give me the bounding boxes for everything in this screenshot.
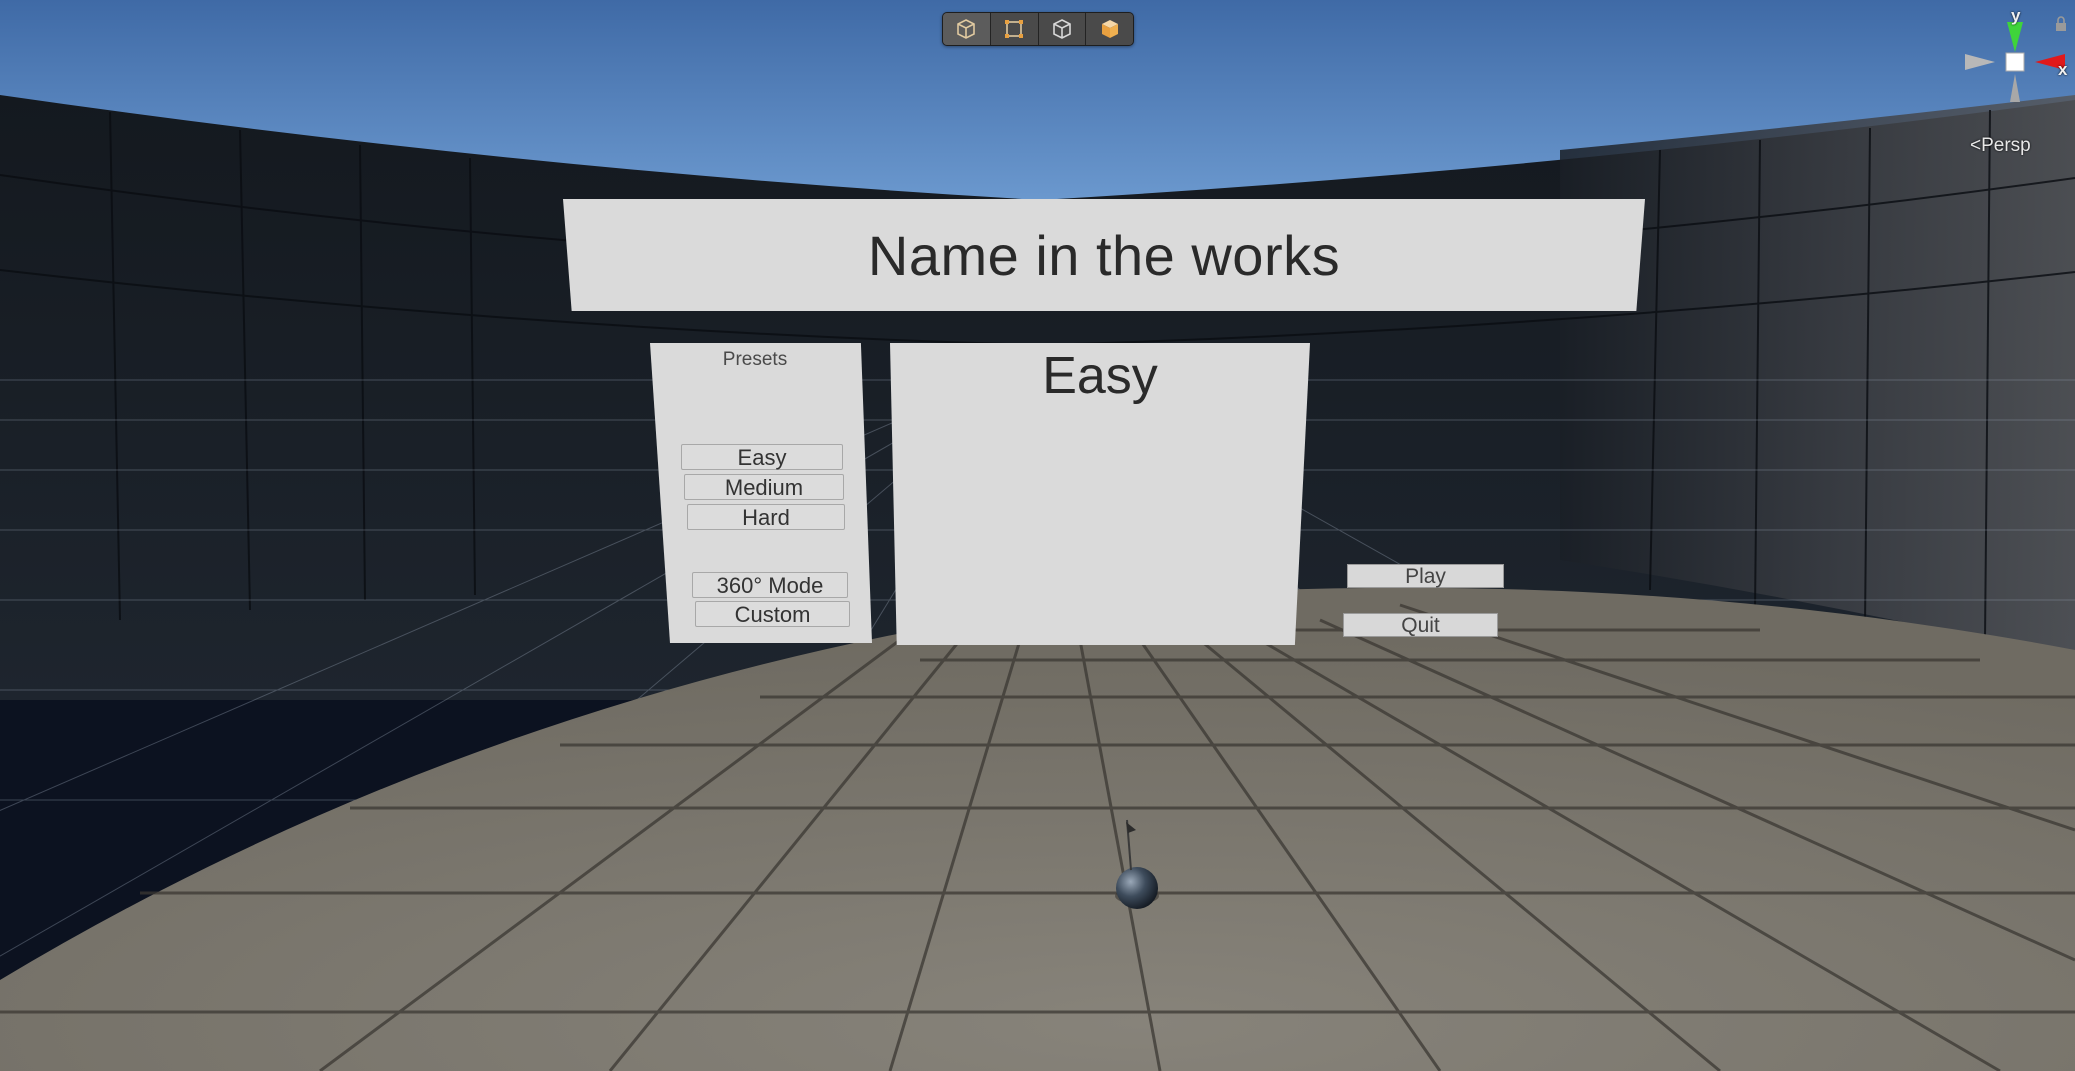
lock-icon[interactable] [2054, 16, 2068, 32]
transform-tool-button[interactable] [1038, 13, 1087, 45]
gizmo-x-label: x [2058, 60, 2068, 79]
hard-button[interactable]: Hard [687, 504, 845, 530]
gizmo-y-axis[interactable] [2007, 22, 2023, 52]
rect-tool-button[interactable] [990, 13, 1039, 45]
chevron-left-icon: < [1970, 135, 1982, 156]
cube-icon [957, 19, 976, 39]
mode-360-button[interactable]: 360° Mode [692, 572, 848, 598]
gizmo-neg-x-axis[interactable] [1965, 54, 1995, 70]
presets-heading: Presets [722, 349, 788, 370]
medium-button[interactable]: Medium [684, 474, 844, 500]
gizmo-y-label: y [2011, 6, 2021, 25]
play-button[interactable]: Play [1347, 564, 1504, 588]
object-tool-button[interactable] [1086, 13, 1133, 45]
player-ball[interactable] [1116, 867, 1158, 909]
presets-panel: Presets Easy Medium Hard 360° Mode Custo… [650, 343, 872, 643]
game-title: Name in the works [867, 223, 1341, 287]
cube-icon [1053, 19, 1071, 39]
gizmo-neg-y-axis[interactable] [2010, 74, 2020, 102]
title-panel: Name in the works [563, 199, 1645, 311]
preset-info-panel: Easy [890, 343, 1310, 645]
orange-cube-icon [1101, 20, 1118, 38]
gizmo-center-cube[interactable] [2005, 52, 2025, 72]
selected-preset-title: Easy [1042, 347, 1158, 405]
easy-button[interactable]: Easy [681, 444, 843, 470]
view-tool-button[interactable] [943, 13, 991, 45]
view-mode-label[interactable]: <Persp [1970, 135, 2031, 157]
quit-button[interactable]: Quit [1343, 613, 1498, 637]
rect-tool-icon [1005, 20, 1024, 38]
custom-button[interactable]: Custom [695, 601, 850, 627]
scene-toolbar [942, 12, 1134, 46]
